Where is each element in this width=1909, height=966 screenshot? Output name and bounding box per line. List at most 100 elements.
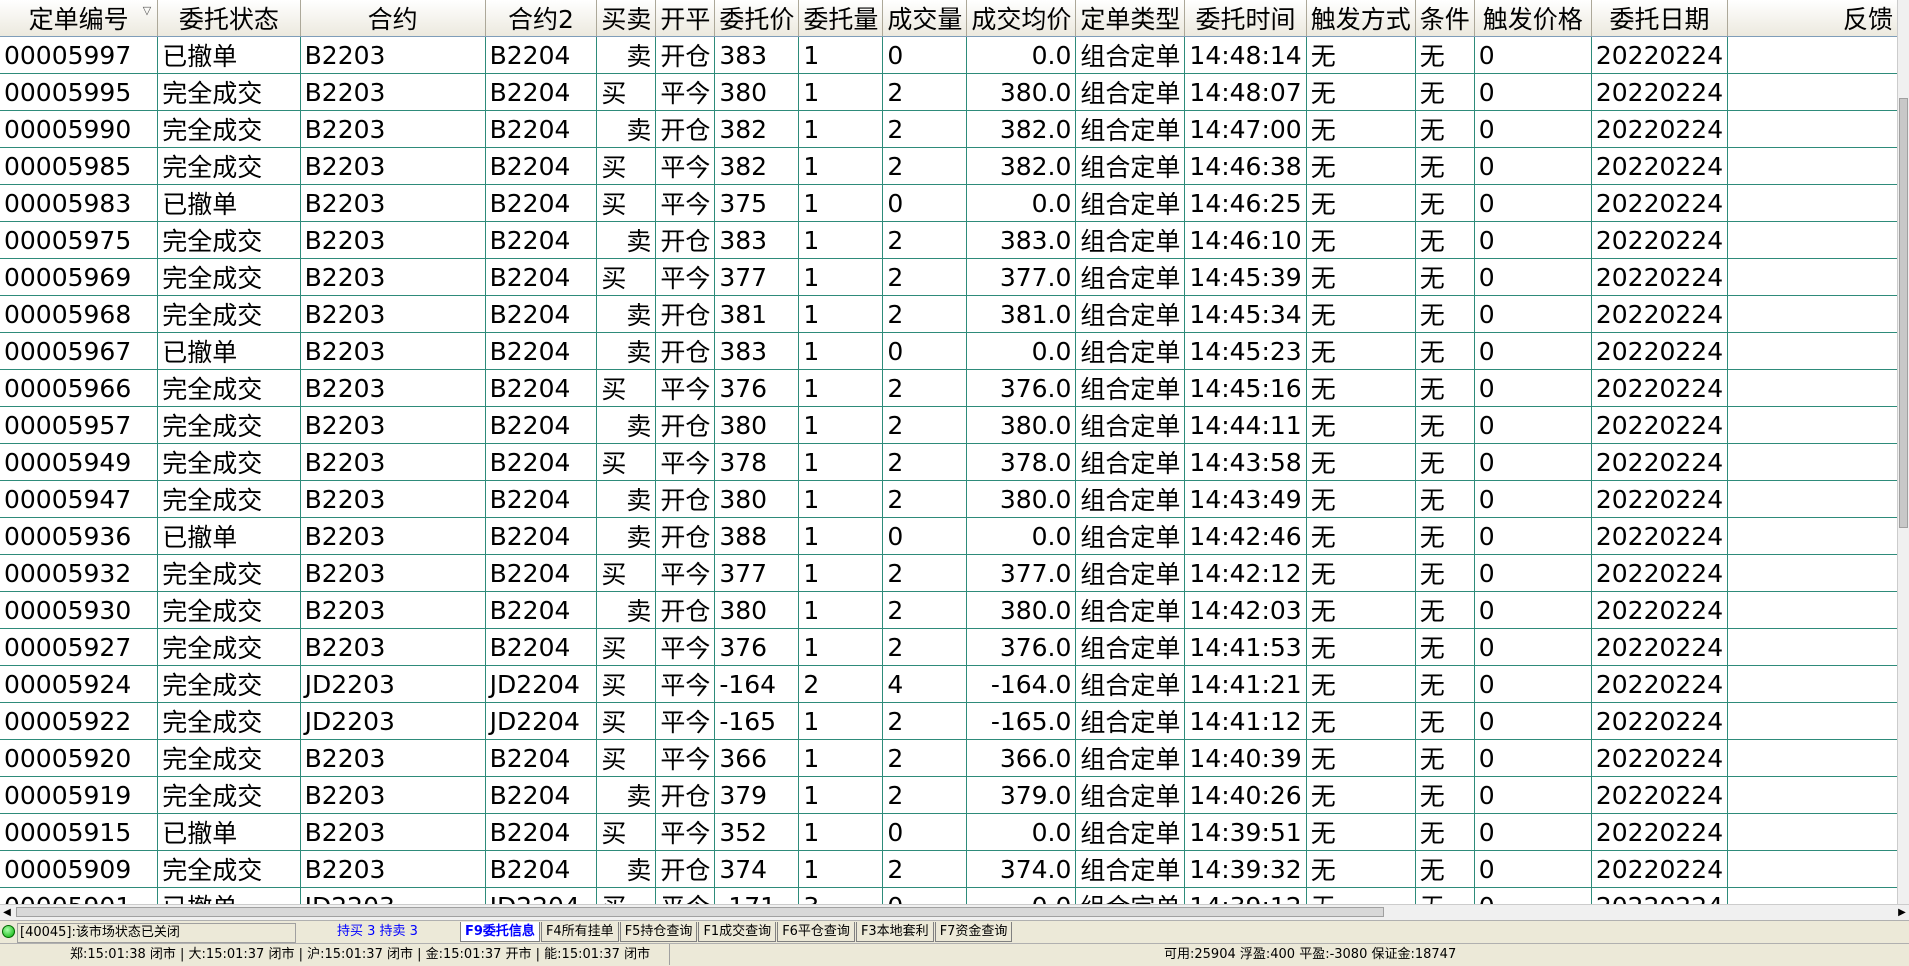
cell-2: B2203	[300, 776, 486, 814]
column-header-15[interactable]: 委托日期	[1591, 0, 1729, 37]
column-header-5[interactable]: 开平	[655, 0, 716, 37]
cell-6: 388	[714, 517, 800, 555]
cell-2: B2203	[300, 850, 486, 888]
cell-3: B2204	[485, 221, 598, 259]
cell-14: 0	[1474, 147, 1592, 185]
column-header-4[interactable]: 买卖	[596, 0, 657, 37]
table-row[interactable]: 00005969 完全成交 B2203 B2204 买平今 377 1 2 377.0 组合定单 1…	[0, 258, 1897, 296]
horizontal-scroll-thumb[interactable]	[16, 907, 1384, 917]
column-header-8[interactable]: 成交量	[882, 0, 968, 37]
table-row[interactable]: 00005967 已撤单 B2203 B2204 卖开仓 383 1 0 0.0 组合定单 14:4…	[0, 332, 1897, 370]
table-row[interactable]: 00005909 完全成交 B2203 B2204 卖开仓 374 1 2 374.0 组合定单 1…	[0, 850, 1897, 888]
cell-13: 无	[1415, 813, 1475, 851]
tab-6[interactable]: F7资金查询	[934, 922, 1013, 942]
cell-0: 00005909	[0, 850, 159, 888]
column-header-1[interactable]: 委托状态	[157, 0, 301, 37]
horizontal-scrollbar[interactable]: ◀ ▶	[0, 904, 1909, 920]
cell-15: 20220224	[1591, 332, 1729, 370]
table-row[interactable]: 00005957 完全成交 B2203 B2204 卖开仓 380 1 2 380.0 组合定单 1…	[0, 406, 1897, 444]
cell-12: 无	[1306, 443, 1416, 481]
cell-11: 14:45:23	[1184, 332, 1307, 370]
table-row[interactable]: 00005947 完全成交 B2203 B2204 卖开仓 380 1 2 380.0 组合定单 1…	[0, 480, 1897, 518]
tab-3[interactable]: F1成交查询	[698, 922, 777, 942]
cell-12: 无	[1306, 147, 1416, 185]
column-header-16[interactable]: 反馈	[1727, 0, 1897, 37]
column-header-12[interactable]: 触发方式	[1306, 0, 1416, 37]
tab-2[interactable]: F5持仓查询	[619, 922, 698, 942]
column-header-10[interactable]: 定单类型	[1075, 0, 1186, 37]
column-header-13[interactable]: 条件	[1415, 0, 1475, 37]
cell-7: 1	[798, 480, 884, 518]
arrow-left-icon[interactable]: ◀	[0, 905, 14, 920]
vertical-scrollbar[interactable]	[1897, 0, 1909, 904]
table-row[interactable]: 00005975 完全成交 B2203 B2204 卖开仓 383 1 2 383.0 组合定单 1…	[0, 221, 1897, 259]
cell-2: B2203	[300, 110, 486, 148]
cell-9: 0.0	[966, 36, 1077, 74]
table-row[interactable]: 00005968 完全成交 B2203 B2204 卖开仓 381 1 2 381.0 组合定单 1…	[0, 295, 1897, 333]
cell-5: 开仓	[655, 110, 716, 148]
tab-4[interactable]: F6平仓查询	[777, 922, 855, 942]
cell-13: 无	[1415, 850, 1475, 888]
table-row[interactable]: 00005949 完全成交 B2203 B2204 买平今 378 1 2 378.0 组合定单 1…	[0, 443, 1897, 481]
table-row[interactable]: 00005927 完全成交 B2203 B2204 买平今 376 1 2 376.0 组合定单 1…	[0, 628, 1897, 666]
table-row[interactable]: 00005901已撤单JD2203JD2204买平今-171300.0组合定单1…	[0, 887, 1897, 904]
table-row[interactable]: 00005932 完全成交 B2203 B2204 买平今 377 1 2 377.0 组合定单 1…	[0, 554, 1897, 592]
cell-3: B2204	[485, 739, 598, 777]
cell-6: 376	[714, 369, 800, 407]
table-row[interactable]: 00005919 完全成交 B2203 B2204 卖开仓 379 1 2 379.0 组合定单 1…	[0, 776, 1897, 814]
table-row[interactable]: 00005936 已撤单 B2203 B2204 卖开仓 388 1 0 0.0 组合定单 14:4…	[0, 517, 1897, 555]
tab-0[interactable]: F9委托信息	[460, 922, 540, 942]
cell-11: 14:39:32	[1184, 850, 1307, 888]
column-header-7[interactable]: 委托量	[798, 0, 884, 37]
table-row[interactable]: 00005990 完全成交 B2203 B2204 卖开仓 382 1 2 382.0 组合定单 1…	[0, 110, 1897, 148]
cell-feedback	[1727, 517, 1897, 555]
cell-4: 买	[596, 887, 657, 904]
table-row[interactable]: 00005995 完全成交 B2203 B2204 买平今 380 1 2 380.0 组合定单 1…	[0, 73, 1897, 111]
cell-4: 买	[596, 147, 657, 185]
cell-feedback	[1727, 813, 1897, 851]
arrow-right-icon[interactable]: ▶	[1895, 905, 1909, 920]
table-row[interactable]: 00005966 完全成交 B2203 B2204 买平今 376 1 2 376.0 组合定单 1…	[0, 369, 1897, 407]
vertical-scroll-thumb[interactable]	[1899, 98, 1908, 528]
table-row[interactable]: 00005997 已撤单 B2203 B2204 卖开仓 383 1 0 0.0 组合定单 14:4…	[0, 36, 1897, 74]
cell-feedback	[1727, 702, 1897, 740]
cell-10: 组合定单	[1075, 628, 1186, 666]
table-row[interactable]: 00005930 完全成交 B2203 B2204 卖开仓 380 1 2 380.0 组合定单 1…	[0, 591, 1897, 629]
table-row[interactable]: 00005922 完全成交 JD2203 JD2204 买平今 -165 1 2 -165.0 组…	[0, 702, 1897, 740]
cell-5: 开仓	[655, 591, 716, 629]
cell-feedback	[1727, 147, 1897, 185]
cell-0: 00005930	[0, 591, 159, 629]
cell-6: 377	[714, 554, 800, 592]
cell-15: 20220224	[1591, 776, 1729, 814]
column-header-2[interactable]: 合约	[300, 0, 486, 37]
cell-14: 0	[1474, 554, 1592, 592]
table-row[interactable]: 00005920 完全成交 B2203 B2204 买平今 366 1 2 366.0 组合定单 1…	[0, 739, 1897, 777]
cell-13: 无	[1415, 406, 1475, 444]
column-header-3[interactable]: 合约2	[485, 0, 598, 37]
tab-1[interactable]: F4所有挂单	[540, 922, 619, 942]
table-row[interactable]: 00005983 已撤单 B2203 B2204 买平今 375 1 0 0.0 组合定单 14:4…	[0, 184, 1897, 222]
table-row[interactable]: 00005924 完全成交 JD2203 JD2204 买平今 -164 2 4 -164.0 组…	[0, 665, 1897, 703]
cell-0: 00005966	[0, 369, 159, 407]
cell-14: 0	[1474, 813, 1592, 851]
column-header-0[interactable]: 定单编号 ▽	[0, 0, 159, 37]
cell-13: 无	[1415, 702, 1475, 740]
cell-2: B2203	[300, 221, 486, 259]
cell-14: 0	[1474, 258, 1592, 296]
cell-14: 0	[1474, 665, 1592, 703]
tab-5[interactable]: F3本地套利	[855, 922, 934, 942]
cell-7: 1	[798, 517, 884, 555]
table-row[interactable]: 00005985 完全成交 B2203 B2204 买平今 382 1 2 382.0 组合定单 1…	[0, 147, 1897, 185]
cell-13: 无	[1415, 221, 1475, 259]
table-row[interactable]: 00005915 已撤单 B2203 B2204 买平今 352 1 0 0.0 组合定单 14:3…	[0, 813, 1897, 851]
cell-10: 组合定单	[1075, 369, 1186, 407]
column-header-6[interactable]: 委托价	[714, 0, 800, 37]
cell-5: 平今	[655, 258, 716, 296]
column-header-11[interactable]: 委托时间	[1184, 0, 1307, 37]
column-header-9[interactable]: 成交均价	[966, 0, 1077, 37]
cell-6: -164	[714, 665, 800, 703]
cell-13: 无	[1415, 110, 1475, 148]
cell-0: 00005947	[0, 480, 159, 518]
cell-2: JD2203	[300, 887, 486, 904]
column-header-14[interactable]: 触发价格	[1474, 0, 1592, 37]
